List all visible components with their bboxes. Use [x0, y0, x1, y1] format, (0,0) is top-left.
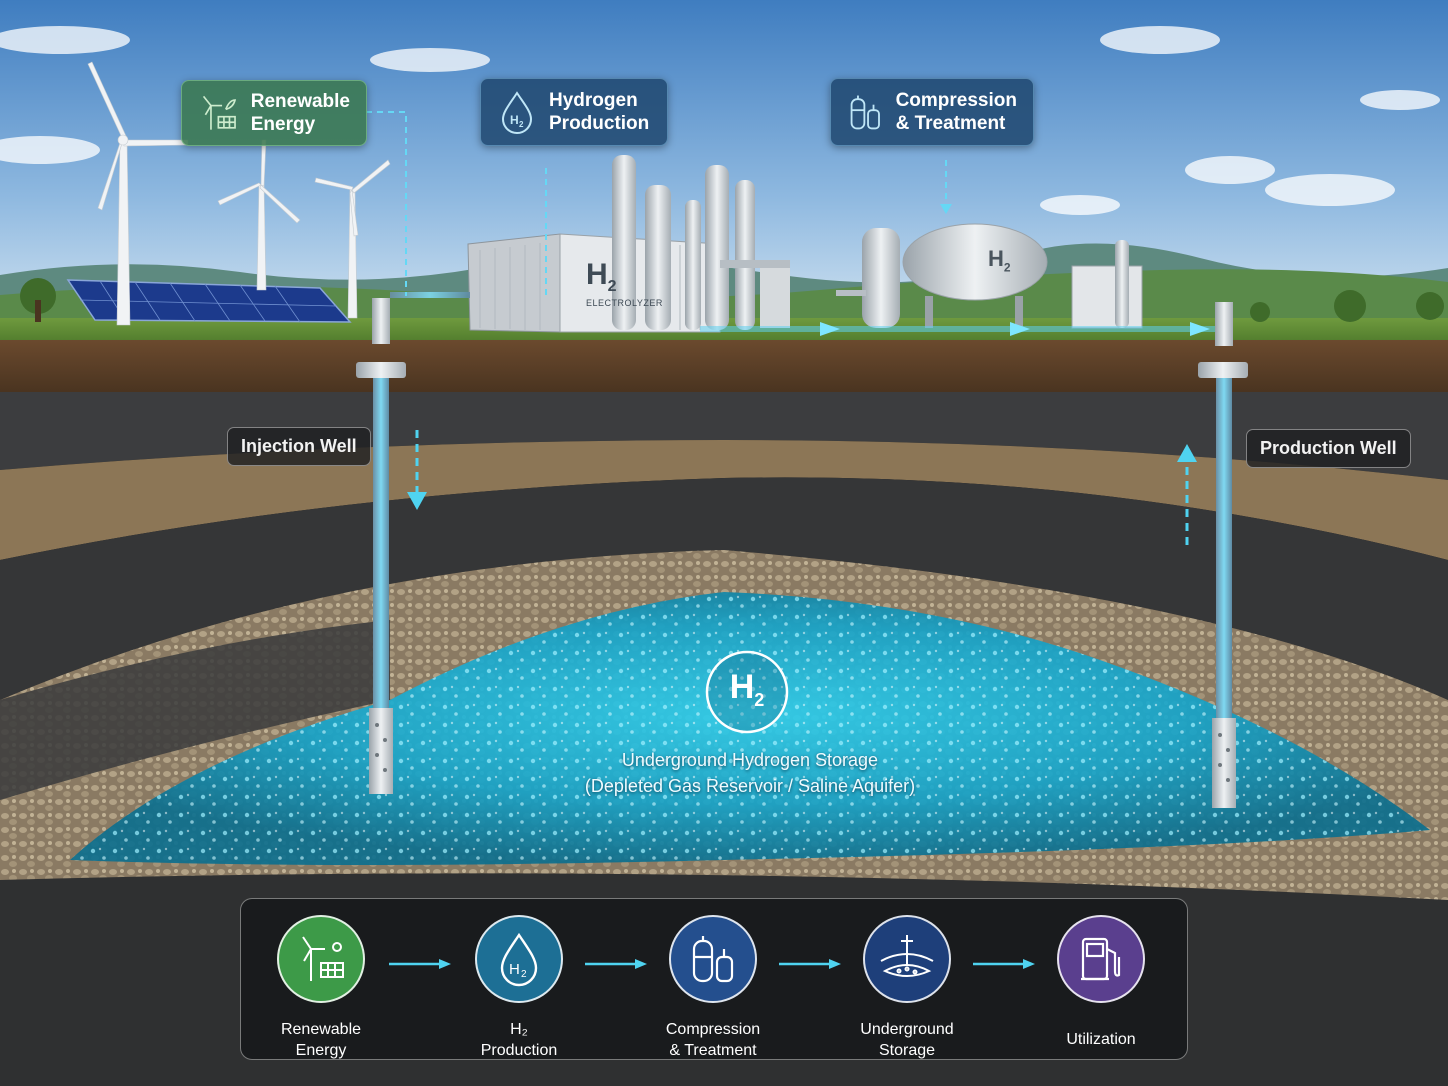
flow-step-label-2: Energy [295, 1042, 347, 1059]
reservoir-h2-symbol: H2 [729, 668, 765, 710]
electrolyzer-name: ELECTROLYZER [586, 298, 663, 308]
renewable-label-line1: Renewable [250, 91, 350, 112]
flow-step-compression: Compression & Treatment [633, 915, 793, 1061]
hydrogen-storage-diagram: H2 ELECTROLYZER H2 H2 Underground Hydrog… [0, 0, 1448, 1086]
flow-step-label-1: Utilization [1066, 1031, 1136, 1048]
underground-storage-icon [880, 935, 934, 977]
renewable-label-line2: Energy [250, 114, 316, 135]
hydrogen-production-card: H 2 Hydrogen Production [480, 78, 668, 146]
wind-solar-icon [302, 936, 344, 981]
svg-text:H: H [510, 113, 519, 127]
tanks-icon [850, 95, 880, 130]
flow-step-renewable: Renewable Energy [241, 915, 401, 1061]
storage-subtitle: (Depleted Gas Reservoir / Saline Aquifer… [584, 776, 916, 796]
h2-drop-icon: H 2 [500, 932, 538, 987]
h2-drop-icon: H 2 [501, 91, 533, 134]
flow-step-label-1: Compression [665, 1021, 761, 1038]
flow-step-label-2: Storage [878, 1042, 936, 1059]
flow-step-label-2: Production [480, 1042, 558, 1059]
flow-step-label-2: & Treatment [669, 1042, 757, 1059]
flow-step-circle [863, 915, 951, 1003]
production-well-label: Production Well [1246, 429, 1411, 468]
hydrogen-label-line1: Hydrogen [549, 90, 638, 111]
hydrogen-label-line2: Production [549, 113, 650, 134]
electrolyzer-h2: H2 [586, 258, 617, 295]
tanks-icon [692, 936, 734, 983]
flow-step-circle [669, 915, 757, 1003]
wind-solar-icon [202, 95, 237, 130]
flow-step-circle: H 2 [475, 915, 563, 1003]
tank-h2-label: H2 [988, 246, 1011, 275]
electrolyzer-label: H2 ELECTROLYZER [586, 258, 663, 308]
process-flow-panel: Renewable Energy H 2 H₂ Production Compres… [240, 898, 1188, 1060]
flow-step-underground-storage: Underground Storage [827, 915, 987, 1061]
svg-text:2: 2 [519, 120, 524, 129]
compression-label-line2: & Treatment [895, 113, 1006, 134]
storage-title: Underground Hydrogen Storage [621, 750, 879, 770]
compression-label-line1: Compression [895, 90, 1017, 111]
svg-text:H: H [509, 961, 520, 978]
flow-step-label-1: H₂ [510, 1021, 528, 1038]
flow-step-label-1: Renewable [280, 1021, 362, 1038]
injection-well-label: Injection Well [227, 427, 371, 466]
flow-step-h2-production: H 2 H₂ Production [439, 915, 599, 1061]
renewable-energy-card: Renewable Energy [181, 80, 367, 146]
flow-step-circle [1057, 915, 1145, 1003]
flow-step-circle [277, 915, 365, 1003]
compression-treatment-card: Compression & Treatment [830, 78, 1034, 146]
svg-text:2: 2 [521, 969, 527, 980]
fuel-pump-icon [1081, 937, 1121, 981]
flow-step-label-1: Underground [860, 1021, 954, 1038]
flow-step-utilization: Utilization [1021, 915, 1181, 1050]
